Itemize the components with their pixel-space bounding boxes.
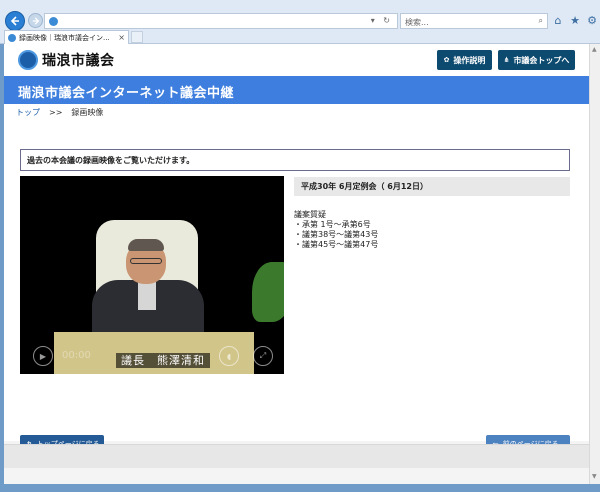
main-content: 過去の本会議の録画映像をご覧いただけます。 ▶ 00:00 議長 熊澤清和 ◖ … — [4, 121, 589, 453]
logo-text: 瑞浪市議会 — [42, 53, 115, 69]
gear-icon: ✿ — [443, 56, 450, 64]
fullscreen-icon[interactable]: ⤢ — [253, 346, 273, 366]
breadcrumb-current: 録画映像 — [71, 108, 104, 117]
assembly-top-label: 市議会トップへ — [513, 55, 570, 65]
play-icon[interactable]: ▶ — [33, 346, 53, 366]
site-icon — [49, 17, 58, 26]
video-frame-shirt — [138, 282, 156, 310]
video-time: 00:00 — [62, 350, 91, 361]
new-tab-button[interactable] — [131, 31, 143, 43]
page-title: 瑞浪市議会インターネット議会中継 — [18, 86, 235, 101]
site-header: 瑞浪市議会 ✿ 操作説明 ⋔ 市議会トップへ — [4, 44, 589, 76]
home-icon[interactable]: ⌂ — [553, 13, 563, 27]
breadcrumb-separator: >> — [49, 108, 63, 117]
sitemap-icon: ⋔ — [503, 56, 510, 64]
video-player[interactable]: ▶ 00:00 議長 熊澤清和 ◖ ⤢ — [20, 176, 284, 374]
page-footer — [4, 444, 589, 468]
search-placeholder: 検索... — [405, 18, 429, 27]
tab-close-icon[interactable]: × — [118, 33, 125, 42]
star-icon[interactable]: ★ — [570, 13, 580, 27]
video-frame-hair — [128, 239, 164, 251]
agenda-list: 議案質疑 ・承第 1号～承第6号 ・議第38号～議第43号 ・議第45号～議第4… — [294, 210, 378, 250]
site-logo[interactable]: 瑞浪市議会 — [18, 50, 115, 70]
scroll-up-icon[interactable]: ▲ — [592, 46, 599, 53]
session-title: 平成30年 6月定例会（ 6月12日） — [294, 177, 570, 196]
address-tools[interactable]: ▾ ↻ — [371, 16, 393, 25]
breadcrumb: トップ >> 録画映像 — [4, 104, 589, 121]
gear-icon[interactable]: ⚙ — [587, 13, 597, 27]
video-caption: 議長 熊澤清和 — [116, 353, 210, 368]
agenda-item[interactable]: ・議第45号～議第47号 — [294, 240, 378, 250]
address-bar[interactable]: ▾ ↻ — [44, 13, 398, 29]
browser-toolbar: ▾ ↻ 検索... ⌕ ⌂ ★ ⚙ 録画映像｜瑞浪市議会イン... × — [0, 0, 600, 44]
video-frame-glasses — [130, 258, 162, 264]
notice-box: 過去の本会議の録画映像をご覧いただけます。 — [20, 149, 570, 171]
favicon-icon — [8, 33, 16, 42]
search-box[interactable]: 検索... ⌕ — [400, 13, 548, 29]
agenda-heading: 議案質疑 — [294, 210, 326, 219]
city-emblem-icon — [18, 50, 38, 70]
guide-button[interactable]: ✿ 操作説明 — [437, 50, 492, 70]
agenda-item[interactable]: ・議第38号～議第43号 — [294, 230, 378, 240]
video-frame-plant — [252, 262, 284, 322]
tab-title: 録画映像｜瑞浪市議会イン... — [19, 33, 110, 42]
agenda-item[interactable]: ・承第 1号～承第6号 — [294, 220, 378, 230]
arrow-left-icon — [10, 16, 19, 26]
search-icon[interactable]: ⌕ — [539, 16, 543, 26]
web-page: 瑞浪市議会 ✿ 操作説明 ⋔ 市議会トップへ 瑞浪市議会インターネット議会中継 … — [4, 44, 589, 484]
browser-tab[interactable]: 録画映像｜瑞浪市議会イン... × — [4, 30, 129, 44]
browser-icons: ⌂ ★ ⚙ — [553, 13, 597, 27]
guide-button-label: 操作説明 — [453, 55, 486, 65]
forward-button[interactable] — [28, 13, 43, 28]
volume-icon[interactable]: ◖ — [219, 346, 239, 366]
tab-bar: 録画映像｜瑞浪市議会イン... × — [0, 30, 600, 44]
assembly-top-button[interactable]: ⋔ 市議会トップへ — [498, 50, 575, 70]
title-banner: 瑞浪市議会インターネット議会中継 — [4, 76, 589, 104]
scroll-down-icon[interactable]: ▼ — [592, 473, 599, 480]
arrow-right-icon — [32, 16, 39, 25]
back-button[interactable] — [5, 11, 25, 31]
breadcrumb-top-link[interactable]: トップ — [16, 107, 40, 118]
vertical-scrollbar[interactable]: ▲ ▼ — [589, 44, 600, 484]
